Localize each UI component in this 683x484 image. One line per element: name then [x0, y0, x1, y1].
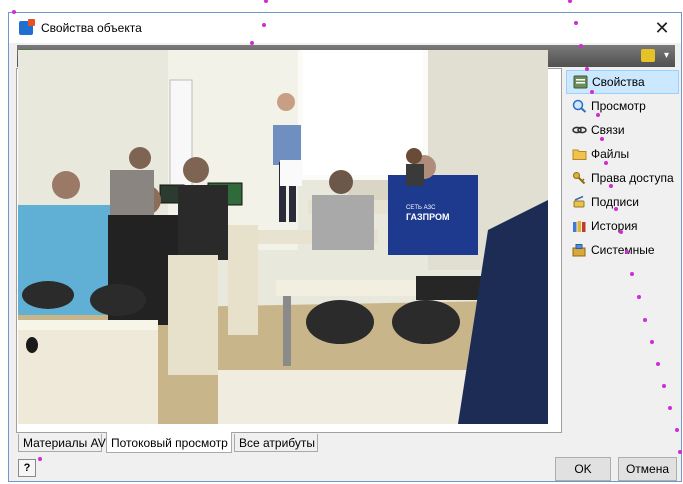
properties-icon — [573, 75, 588, 89]
sidebar-item-properties[interactable]: Свойства — [566, 70, 679, 94]
annotation-dot — [250, 41, 254, 45]
annotation-dot — [38, 457, 42, 461]
signature-icon — [572, 195, 587, 209]
sidebar-item-label: Просмотр — [591, 99, 646, 113]
magnifier-icon — [572, 99, 587, 113]
link-icon — [572, 123, 587, 137]
keys-icon — [572, 171, 587, 185]
sidebar-item-signatures[interactable]: Подписи — [566, 190, 679, 214]
sidebar-item-files[interactable]: Файлы — [566, 142, 679, 166]
annotation-dot — [668, 406, 672, 410]
chevron-down-icon[interactable]: ▾ — [664, 47, 669, 65]
yellow-tools-icon[interactable] — [641, 49, 655, 62]
ok-button[interactable]: OK — [555, 457, 611, 481]
history-icon — [572, 219, 587, 233]
folder-icon — [572, 147, 587, 161]
annotation-dot — [637, 295, 641, 299]
sidebar-item-label: Файлы — [591, 147, 630, 161]
annotation-dot — [568, 0, 572, 3]
window-title: Свойства объекта — [41, 21, 142, 35]
sidebar-item-view[interactable]: Просмотр — [566, 94, 679, 118]
annotation-dot — [650, 340, 654, 344]
video-stream[interactable]: СЕТЬ АЗС ГАЗПРОМ — [18, 50, 548, 424]
annotation-dot — [662, 384, 666, 388]
annotation-dot — [630, 272, 634, 276]
annotation-dot — [656, 362, 660, 366]
annotation-dot — [625, 250, 629, 254]
sidebar-item-access-rights[interactable]: Права доступа — [566, 166, 679, 190]
object-properties-window: Свойства объекта ✕ ▾ СЕТЬ АЗС ГАЗПРОМ Св… — [8, 12, 682, 482]
tab-stream-view[interactable]: Потоковый просмотр — [106, 432, 232, 453]
jacket-text-brand: ГАЗПРОМ — [406, 212, 450, 222]
app-icon — [19, 19, 35, 35]
cancel-button[interactable]: Отмена — [618, 457, 677, 481]
annotation-dot — [619, 230, 623, 234]
annotation-dot — [675, 428, 679, 432]
annotation-dot — [609, 184, 613, 188]
tab-all-attributes[interactable]: Все атрибуты — [234, 434, 318, 452]
annotation-dot — [590, 90, 594, 94]
sidebar-item-label: Связи — [591, 123, 625, 137]
tab-strip: Материалы AV Потоковый просмотр Все атри… — [16, 432, 562, 454]
annotation-dot — [262, 23, 266, 27]
tab-av-materials[interactable]: Материалы AV — [18, 434, 106, 452]
annotation-dot — [579, 44, 583, 48]
annotation-dot — [596, 113, 600, 117]
annotation-dot — [264, 0, 268, 3]
annotation-dot — [643, 318, 647, 322]
annotation-dot — [678, 450, 682, 454]
sidebar-item-links[interactable]: Связи — [566, 118, 679, 142]
sidebar-item-system[interactable]: Системные — [566, 238, 679, 262]
annotation-dot — [614, 207, 618, 211]
annotation-dot — [12, 10, 16, 14]
annotation-dot — [604, 161, 608, 165]
help-button[interactable]: ? — [18, 459, 36, 477]
sidebar: Свойства Просмотр Связи Файлы Права дост… — [566, 70, 679, 450]
annotation-dot — [600, 137, 604, 141]
title-bar: Свойства объекта ✕ — [9, 13, 681, 43]
sidebar-item-label: Системные — [591, 243, 655, 257]
annotation-dot — [574, 21, 578, 25]
annotation-dot — [585, 67, 589, 71]
sidebar-item-label: История — [591, 219, 638, 233]
sidebar-item-label: Свойства — [592, 75, 645, 89]
jacket-text-top: СЕТЬ АЗС — [406, 205, 436, 211]
sidebar-item-history[interactable]: История — [566, 214, 679, 238]
sidebar-item-label: Права доступа — [591, 171, 674, 185]
system-icon — [572, 243, 587, 257]
close-button[interactable]: ✕ — [649, 16, 675, 40]
